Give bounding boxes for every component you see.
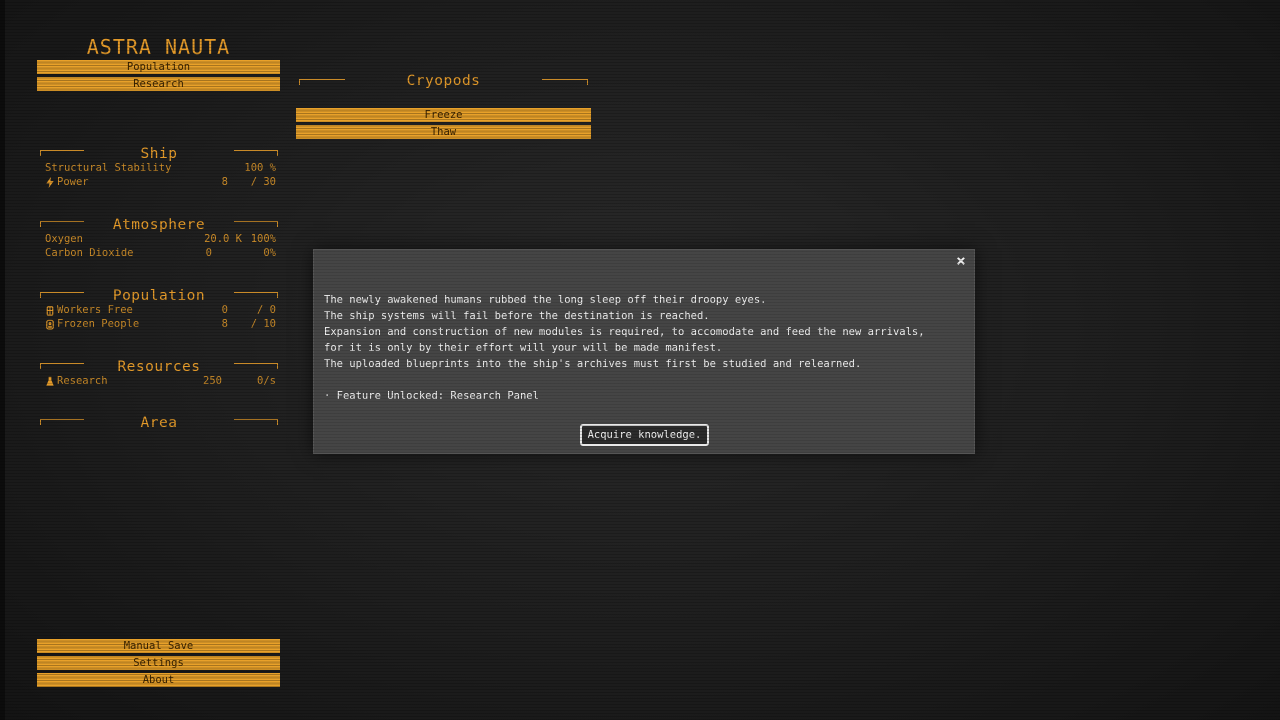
header-bracket-left [40,292,84,298]
carbon-dioxide-percent: 0% [263,247,276,259]
section-header: Population [40,285,278,304]
flask-icon [46,376,54,386]
close-icon[interactable]: × [954,252,968,270]
research-label: Research [57,375,108,387]
settings-button[interactable]: Settings [37,656,280,670]
carbon-dioxide-amount: 0 [205,247,212,259]
population-title: Population [112,288,206,304]
workers-free-max: / 0 [257,304,276,316]
freeze-button[interactable]: Freeze [296,108,591,122]
research-label-group: Research [45,374,162,388]
ship-section: Ship Structural Stability 100 % Power 8 … [40,143,278,189]
population-section: Population Workers Free 0 / 0 Frozen Peo… [40,285,278,331]
acquire-knowledge-button[interactable]: Acquire knowledge. [580,424,709,446]
oxygen-amount: 20.0 K [204,233,242,245]
workers-free-label: Workers Free [57,304,133,316]
bottom-menu: Manual Save Settings About [37,639,280,690]
cryopods-header: Cryopods [296,70,591,90]
dialog-line: The newly awakened humans rubbed the lon… [324,294,767,306]
frozen-people-max: / 10 [250,318,276,330]
structural-stability-row: Structural Stability 100 % [40,161,278,175]
section-header: Ship [40,143,278,162]
header-bracket-left [299,79,345,85]
section-header: Atmosphere [40,214,278,233]
cryopods-actions: Freeze Thaw [296,108,591,139]
header-bracket-left [40,150,84,156]
power-max: / 30 [250,176,276,188]
resources-section: Resources Research 250 0/s [40,356,278,388]
lightning-bolt-icon [46,176,54,188]
research-rate: 0/s [257,375,276,387]
worker-icon [46,305,54,316]
oxygen-label: Oxygen [45,233,83,245]
sidebar: ASTRA NAUTA Population Research [37,34,280,94]
window-edge [0,0,5,720]
population-button[interactable]: Population [37,60,280,74]
about-button[interactable]: About [37,673,280,687]
workers-free-value: 0 [221,304,228,316]
power-label: Power [57,176,89,188]
header-bracket-right [234,221,278,227]
header-bracket-right [234,419,278,425]
header-bracket-right [234,150,278,156]
structural-stability-label: Structural Stability [45,162,172,174]
header-bracket-left [40,363,84,369]
dialog-line: The uploaded blueprints into the ship's … [324,358,862,370]
research-value: 250 [203,375,222,387]
frozen-person-icon [46,319,54,330]
research-button[interactable]: Research [37,77,280,91]
area-title: Area [140,415,178,431]
header-bracket-left [40,419,84,425]
header-bracket-right [234,292,278,298]
frozen-people-label: Frozen People [57,318,140,330]
frozen-people-value: 8 [221,318,228,330]
ship-title: Ship [140,146,178,162]
atmosphere-section: Atmosphere Oxygen 20.0 K 100% Carbon Dio… [40,214,278,260]
story-dialog: × The newly awakened humans rubbed the l… [313,249,975,454]
header-bracket-right [234,363,278,369]
header-bracket-left [40,221,84,227]
oxygen-row: Oxygen 20.0 K 100% [40,232,278,246]
workers-free-label-group: Workers Free [45,303,162,317]
workers-free-row: Workers Free 0 / 0 [40,303,278,317]
power-label-group: Power [45,175,162,189]
frozen-people-row: Frozen People 8 / 10 [40,317,278,331]
header-bracket-right [542,79,588,85]
dialog-body: The newly awakened humans rubbed the lon… [324,292,969,404]
game-title: ASTRA NAUTA [86,35,231,59]
power-value: 8 [221,176,228,188]
power-row: Power 8 / 30 [40,175,278,189]
cryopods-title: Cryopods [406,73,481,89]
thaw-button[interactable]: Thaw [296,125,591,139]
atmosphere-title: Atmosphere [112,217,206,233]
manual-save-button[interactable]: Manual Save [37,639,280,653]
feature-unlocked-text: · Feature Unlocked: Research Panel [324,390,539,402]
oxygen-percent: 100% [250,233,276,245]
section-header: Area [40,412,278,431]
dialog-line: Expansion and construction of new module… [324,326,925,338]
cryopods-panel: Cryopods Freeze Thaw [296,70,591,142]
carbon-dioxide-row: Carbon Dioxide 0 0% [40,246,278,260]
dialog-line: The ship systems will fail before the de… [324,310,710,322]
section-header: Resources [40,356,278,375]
structural-stability-value: 100 % [244,162,276,174]
dialog-line: for it is only by their effort will your… [324,342,723,354]
resources-title: Resources [117,359,201,375]
research-row: Research 250 0/s [40,374,278,388]
frozen-people-label-group: Frozen People [45,317,162,331]
area-section: Area [40,412,278,431]
carbon-dioxide-label: Carbon Dioxide [45,247,134,259]
